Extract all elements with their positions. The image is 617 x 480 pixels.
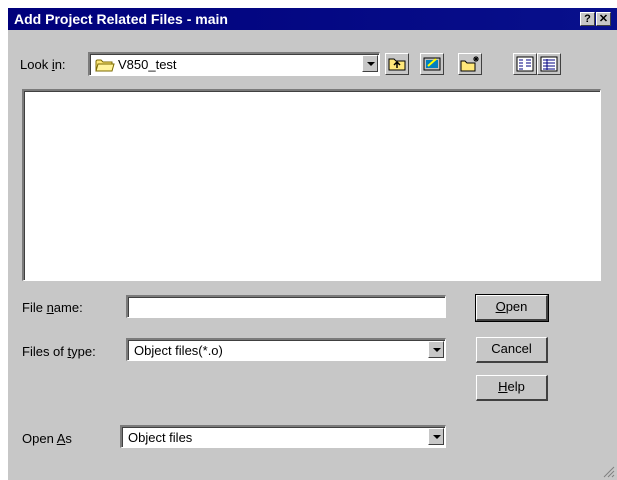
look-in-label: Look in: (20, 57, 66, 72)
files-of-type-combo[interactable]: Object files(*.o) (126, 338, 446, 361)
files-of-type-label: Files of type: (22, 344, 96, 359)
open-button[interactable]: Open (475, 294, 549, 322)
desktop-icon (423, 57, 441, 71)
folder-icon (95, 59, 115, 72)
new-folder-button[interactable] (458, 53, 482, 75)
up-folder-icon (388, 58, 406, 71)
close-button[interactable]: ✕ (596, 12, 611, 26)
title-bar: Add Project Related Files - main ? ✕ (8, 8, 617, 30)
look-in-combo[interactable]: V850_test (88, 52, 380, 76)
help-glyph: ? (584, 13, 591, 25)
look-in-dropdown-arrow[interactable] (362, 55, 378, 72)
up-folder-button[interactable] (385, 53, 409, 75)
details-view-icon (540, 56, 558, 72)
open-as-value: Object files (128, 430, 193, 445)
look-in-value: V850_test (118, 57, 177, 72)
desktop-button[interactable] (420, 53, 444, 75)
details-view-button[interactable] (537, 53, 561, 75)
files-of-type-dropdown-arrow[interactable] (428, 341, 444, 358)
open-as-dropdown-arrow[interactable] (428, 428, 444, 445)
open-as-label: Open As (22, 431, 72, 446)
add-files-dialog: Add Project Related Files - main ? ✕ Loo… (8, 8, 617, 480)
resize-grip-icon[interactable] (601, 464, 615, 478)
list-view-button[interactable] (513, 53, 537, 75)
close-icon: ✕ (598, 13, 609, 25)
help-title-button[interactable]: ? (580, 12, 595, 26)
file-name-input[interactable] (126, 295, 446, 318)
cancel-button[interactable]: Cancel (476, 337, 548, 363)
dialog-title: Add Project Related Files - main (14, 11, 228, 27)
open-as-combo[interactable]: Object files (120, 425, 446, 448)
files-of-type-value: Object files(*.o) (134, 343, 223, 358)
file-list[interactable] (22, 89, 601, 281)
file-name-label: File name: (22, 300, 83, 315)
list-view-icon (516, 56, 534, 72)
help-button[interactable]: Help (476, 375, 548, 401)
new-folder-icon (460, 56, 479, 72)
